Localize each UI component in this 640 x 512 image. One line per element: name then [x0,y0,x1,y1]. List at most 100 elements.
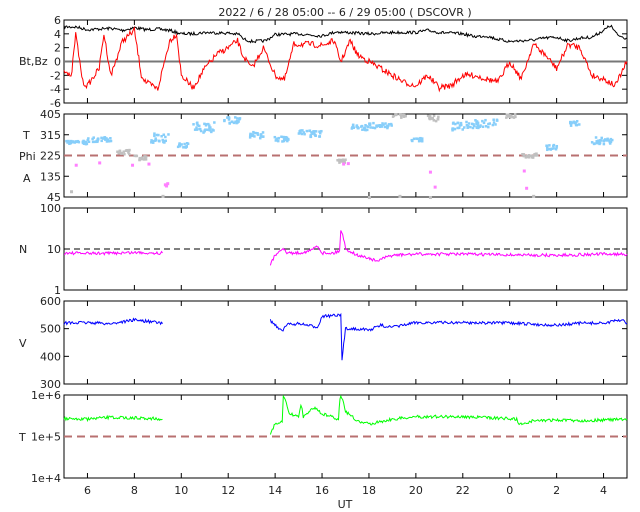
phi-point [475,121,478,124]
phi-point [98,161,102,165]
phi-point [600,136,603,140]
phi-point [471,126,475,130]
phi-point [147,162,151,166]
phi-point [368,122,372,125]
phi-point [131,163,135,167]
phi-point [428,115,432,118]
phi-point [280,135,283,139]
phi-point [318,130,321,133]
x-tick-label: 4 [600,484,607,497]
phi-point [157,139,161,143]
phi-point [578,123,581,126]
y-axis-label: T [22,129,30,142]
y-tick-label: 2 [54,42,61,55]
phi-point [475,126,479,129]
phi-point [204,124,208,127]
x-tick-label: 18 [362,484,376,497]
series-t-line [269,394,628,435]
phi-point [512,116,516,119]
phi-point [522,153,526,156]
phi-point [392,114,396,117]
series-n-line [269,230,628,266]
phi-point [286,139,289,143]
panel-5: 1e+6 1e+5 1e+4 6 8 10 12 14 16 18 20 22 0 2 4 T [18,389,628,497]
phi-point [505,116,508,119]
phi-point [161,194,165,198]
series-n-line [63,250,163,256]
y-tick-label: -2 [50,69,61,82]
phi-point [236,117,239,120]
phi-point [371,126,375,129]
phi-point [338,158,341,162]
phi-point [275,138,278,141]
phi-point [91,140,95,144]
phi-point [231,120,234,123]
phi-point [386,124,389,128]
panel-2: 40531522513545TPhiA [19,108,628,204]
phi-point [100,139,103,143]
x-tick-label: 20 [409,484,423,497]
phi-point [491,123,495,127]
phi-point [138,156,142,160]
phi-point [545,144,548,148]
phi-point [433,185,437,189]
phi-point [227,117,231,120]
series-v-line [63,317,163,326]
phi-point [484,125,488,128]
phi-point [341,159,345,162]
x-tick-label: 6 [84,484,91,497]
x-tick-label: 10 [174,484,188,497]
phi-point [369,126,372,129]
y-tick-label: 315 [40,129,61,142]
y-tick-label: 1e+6 [31,389,61,402]
phi-point [202,131,205,134]
phi-point [262,135,265,138]
phi-point [74,163,78,167]
phi-point [453,127,457,131]
y-axis-label: Phi [19,150,36,163]
phi-point [378,124,382,127]
phi-point [355,124,359,127]
phi-point [461,128,464,131]
phi-point [487,125,490,129]
phi-point [592,142,596,146]
phi-point [451,122,455,125]
phi-point [344,158,347,161]
phi-point [417,139,421,143]
phi-point [251,134,254,138]
panel-3: 100101N [19,202,628,297]
phi-point [184,145,187,149]
phi-point [531,156,535,159]
x-tick-label: 0 [506,484,513,497]
phi-point [410,138,414,142]
phi-point [436,117,440,121]
phi-point [162,133,166,137]
phi-point [412,137,416,141]
phi-point [183,142,186,146]
phi-point [84,142,88,146]
phi-point [297,132,301,135]
phi-point [256,133,260,136]
phi-point [532,194,536,198]
phi-point [548,144,551,147]
phi-point [596,139,600,143]
phi-point [94,140,97,144]
phi-point [195,122,199,125]
phi-point [454,122,457,126]
phi-point [91,137,94,141]
y-tick-label: 10 [47,243,61,256]
solar-wind-chart: 2022 / 6 / 28 05:00 -- 6 / 29 05:00 ( DS… [0,0,640,512]
phi-point [526,155,530,159]
phi-point [492,121,496,124]
phi-point [118,149,122,153]
y-tick-label: -4 [50,83,61,96]
phi-point [550,147,554,151]
chart-canvas: 2022 / 6 / 28 05:00 -- 6 / 29 05:00 ( DS… [18,6,628,511]
phi-point [364,123,367,127]
phi-point [259,136,262,140]
phi-point [153,132,156,135]
phi-point [363,128,367,132]
phi-point [481,119,484,123]
phi-point [342,162,346,166]
phi-point [437,115,440,119]
